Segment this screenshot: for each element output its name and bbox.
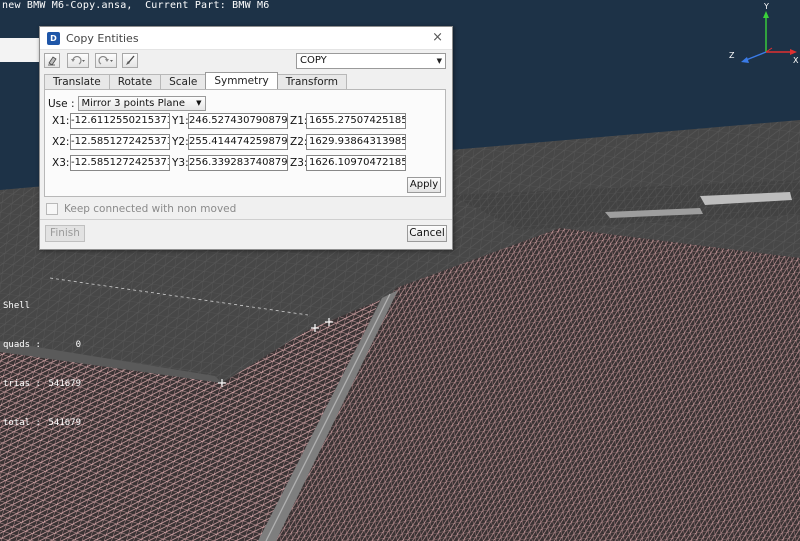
transform-tabs: Translate Rotate Scale Symmetry Transfor… xyxy=(40,72,452,89)
y3-field[interactable]: 256.339283740879 xyxy=(188,154,288,171)
ansa-app-icon: D xyxy=(47,31,60,45)
dialog-title: Copy Entities xyxy=(66,31,139,45)
mode-select-value: COPY xyxy=(300,55,327,66)
axis-triad: Y Z X xyxy=(728,2,800,66)
cancel-button[interactable]: Cancel xyxy=(407,225,447,242)
z3-label: Z3: xyxy=(290,156,308,169)
stats-value: 541679 xyxy=(48,379,81,389)
brush-icon[interactable] xyxy=(122,53,138,68)
tab-rotate[interactable]: Rotate xyxy=(108,74,162,89)
stats-key: total : xyxy=(3,418,41,428)
dialog-toolbar: COPY ▼ xyxy=(40,50,452,72)
stats-title: Shell xyxy=(3,301,31,311)
apply-button[interactable]: Apply xyxy=(407,177,441,193)
x1-label: X1: xyxy=(52,114,70,127)
stats-row: trias : 541679 xyxy=(3,378,81,391)
y2-field[interactable]: 255.414474259879 xyxy=(188,133,288,150)
use-row: Use : Mirror 3 points Plane ▼ xyxy=(48,96,206,111)
undo-icon[interactable] xyxy=(67,53,89,68)
divider xyxy=(40,219,452,220)
finish-button[interactable]: Finish xyxy=(45,225,85,242)
y3-label: Y3: xyxy=(172,156,189,169)
z1-field[interactable]: 1655.2750742518501 xyxy=(306,112,406,129)
tab-symmetry[interactable]: Symmetry xyxy=(205,72,278,89)
mesh-statistics: Shell quads : 0 trias : 541679 total : 5416… xyxy=(3,274,81,443)
point-row-2: X2: -12.5851272425373 Y2: 255.4144742598… xyxy=(52,133,406,150)
x2-field[interactable]: -12.5851272425373 xyxy=(70,133,170,150)
use-label: Use : xyxy=(48,97,75,110)
axis-triad-icon xyxy=(741,11,797,63)
stats-key: quads : xyxy=(3,340,41,350)
background-panel-fragment xyxy=(0,38,40,62)
use-method-value: Mirror 3 points Plane xyxy=(81,98,186,109)
keep-connected-option: Keep connected with non moved xyxy=(46,203,236,215)
axis-x-label: X xyxy=(793,56,799,65)
z2-field[interactable]: 1629.9386431398502 xyxy=(306,133,406,150)
keep-connected-checkbox[interactable] xyxy=(46,203,58,215)
axis-z-label: Z xyxy=(729,51,735,60)
y1-field[interactable]: 246.527430790879 xyxy=(188,112,288,129)
stats-value: 0 xyxy=(75,340,81,350)
stats-row: quads : 0 xyxy=(3,339,81,352)
point-row-3: X3: -12.5851272425373 Y3: 256.3392837408… xyxy=(52,154,406,171)
tab-scale[interactable]: Scale xyxy=(160,74,207,89)
close-icon[interactable]: × xyxy=(432,30,443,45)
chevron-down-icon: ▼ xyxy=(436,57,442,65)
x3-field[interactable]: -12.5851272425373 xyxy=(70,154,170,171)
x1-field[interactable]: -12.6112550215373 xyxy=(70,112,170,129)
mode-select[interactable]: COPY ▼ xyxy=(296,53,446,69)
keep-connected-label: Keep connected with non moved xyxy=(64,203,237,215)
y2-label: Y2: xyxy=(172,135,189,148)
stats-value: 541679 xyxy=(48,418,81,428)
axis-y-label: Y xyxy=(764,2,769,11)
tab-transform[interactable]: Transform xyxy=(276,74,348,89)
x2-label: X2: xyxy=(52,135,70,148)
symmetry-panel: Use : Mirror 3 points Plane ▼ X1: -12.61… xyxy=(44,89,446,197)
stats-key: trias : xyxy=(3,379,41,389)
copy-entities-dialog: D Copy Entities × COPY ▼ Translate Rotat… xyxy=(39,26,453,250)
z1-label: Z1: xyxy=(290,114,308,127)
redo-icon[interactable] xyxy=(95,53,117,68)
point-row-1: X1: -12.6112550215373 Y1: 246.5274307908… xyxy=(52,112,406,129)
y1-label: Y1: xyxy=(172,114,189,127)
tab-translate[interactable]: Translate xyxy=(44,74,110,89)
x3-label: X3: xyxy=(52,156,70,169)
eraser-icon[interactable] xyxy=(44,53,60,68)
z3-field[interactable]: 1626.1097047218502 xyxy=(306,154,406,171)
z2-label: Z2: xyxy=(290,135,308,148)
stats-row: total : 541679 xyxy=(3,417,81,430)
chevron-down-icon: ▼ xyxy=(196,99,202,107)
use-method-select[interactable]: Mirror 3 points Plane ▼ xyxy=(77,96,206,111)
viewport-header-text: new BMW M6-Copy.ansa, Current Part: BMW … xyxy=(2,0,270,11)
dialog-titlebar[interactable]: D Copy Entities × xyxy=(40,27,452,50)
